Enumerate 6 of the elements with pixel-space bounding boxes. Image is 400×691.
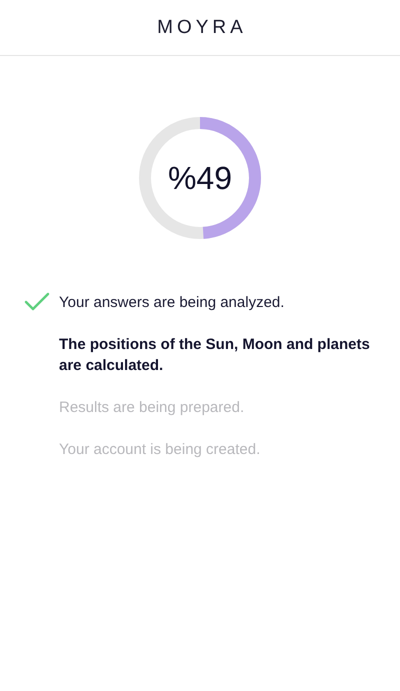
step-text: The positions of the Sun, Moon and planets are calculated.	[59, 335, 371, 376]
progress-percentage: %49	[166, 159, 234, 198]
logo: MOYRA	[156, 16, 247, 38]
step-text: Your answers are being analyzed.	[59, 293, 286, 313]
step-text: Results are being prepared.	[59, 398, 246, 418]
step-text: Your account is being created.	[59, 440, 262, 460]
